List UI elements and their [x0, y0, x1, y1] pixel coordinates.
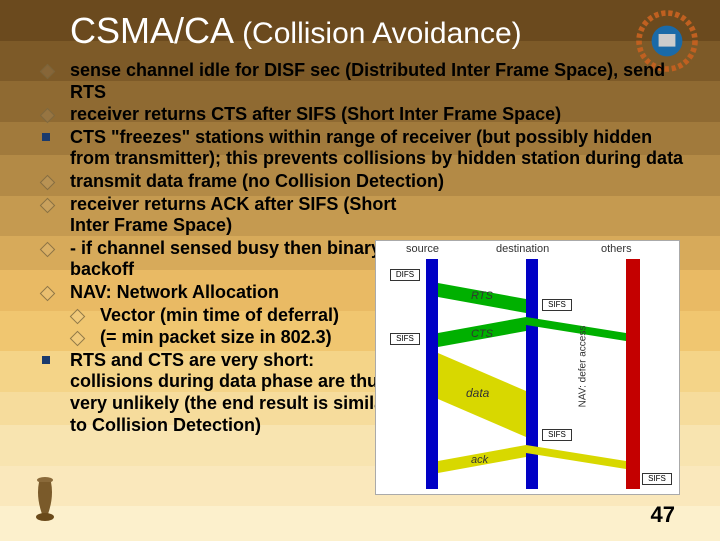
timing-diagram: source destination others DIFS SIFS SIFS… — [375, 240, 680, 495]
bullet-item-7: Vector (min time of deferral) — [30, 305, 400, 327]
title-paren: (Collision Avoidance) — [242, 17, 522, 50]
bullet-item-2: CTS "freezes" stations within range of r… — [30, 127, 690, 170]
bullet-item-1: receiver returns CTS after SIFS (Short I… — [30, 104, 690, 126]
bullet-item-3: transmit data frame (no Collision Detect… — [30, 171, 690, 193]
title-main: CSMA/CA — [70, 10, 232, 51]
cts-label: CTS — [471, 328, 494, 340]
bullet-item-0: sense channel idle for DISF sec (Distrib… — [30, 60, 690, 103]
rts-label: RTS — [471, 290, 493, 302]
bullet-item-8: (= min packet size in 802.3) — [30, 327, 400, 349]
bullet-item-9: RTS and CTS are very short: collisions d… — [30, 350, 400, 436]
urn-icon — [30, 472, 60, 522]
page-number: 47 — [651, 502, 675, 528]
data-label: data — [466, 386, 490, 400]
bullet-item-5: - if channel sensed busy then binary bac… — [30, 238, 400, 281]
ack-label: ack — [471, 454, 489, 466]
message-arrows: RTS CTS data ack — [376, 241, 679, 494]
bullet-item-4: receiver returns ACK after SIFS (Short I… — [30, 194, 400, 237]
nav-label: NAV: defer access — [578, 326, 589, 408]
bullet-item-6: NAV: Network Allocation — [30, 282, 400, 304]
